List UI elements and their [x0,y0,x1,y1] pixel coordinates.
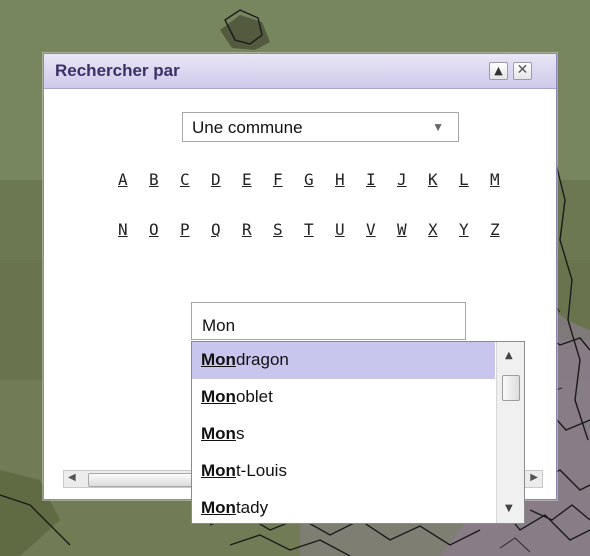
letter-link[interactable]: E [242,170,252,189]
search-type-select[interactable]: Une commune ▼ [182,112,459,142]
letter-link[interactable]: R [242,220,252,239]
letter-link[interactable]: O [149,220,159,239]
vertical-scrollbar[interactable]: ▲ ▼ [496,342,524,523]
letter-link[interactable]: A [118,170,128,189]
suggestion-rest: tady [235,498,269,517]
letter-link[interactable]: S [273,220,283,239]
letter-link[interactable]: I [366,170,376,189]
letter-link[interactable]: B [149,170,159,189]
letter-link[interactable]: L [459,170,469,189]
collapse-icon[interactable]: ▲ [489,62,508,80]
suggestion-item[interactable]: Mons [192,416,495,453]
scrollbar-thumb[interactable] [502,375,520,401]
letter-link[interactable]: J [397,170,407,189]
close-icon[interactable]: ✕ [513,62,532,80]
chevron-down-icon: ▼ [432,120,444,134]
dialog-title: Rechercher par [55,61,180,80]
suggestion-rest: s [235,424,245,443]
scroll-down-icon[interactable]: ▼ [505,503,513,514]
scroll-right-icon[interactable]: ▶ [530,472,538,483]
scrollbar-thumb[interactable] [88,473,200,487]
letter-link[interactable]: X [428,220,438,239]
commune-search-input[interactable] [191,302,466,340]
letter-link[interactable]: G [304,170,314,189]
letter-link[interactable]: H [335,170,345,189]
letter-link[interactable]: W [397,220,407,239]
scroll-up-icon[interactable]: ▲ [505,350,513,361]
suggestion-match: Mon [201,387,236,406]
dialog-titlebar[interactable]: Rechercher par ▲ ✕ [44,54,556,89]
suggestion-match: Mon [201,424,236,443]
scroll-left-icon[interactable]: ◀ [68,472,76,483]
autocomplete-dropdown: Mondragon Monoblet Mons Mont-Louis Monta… [191,341,525,524]
suggestion-item[interactable]: Mondragon [192,342,495,379]
suggestion-rest: dragon [235,350,289,369]
letter-link[interactable]: P [180,220,190,239]
letter-link[interactable]: D [211,170,221,189]
suggestion-match: Mon [201,461,236,480]
letter-link[interactable]: T [304,220,314,239]
letter-link[interactable]: Y [459,220,469,239]
letter-link[interactable]: Q [211,220,221,239]
suggestion-item[interactable]: Mont-Louis [192,453,495,490]
suggestion-match: Mon [201,498,236,517]
suggestion-item[interactable]: Montady [192,490,495,523]
suggestion-item[interactable]: Monoblet [192,379,495,416]
suggestion-rest: oblet [235,387,273,406]
suggestion-match: Mon [201,350,236,369]
letter-link[interactable]: M [490,170,500,189]
letter-link[interactable]: C [180,170,190,189]
letter-link[interactable]: V [366,220,376,239]
letter-link[interactable]: U [335,220,345,239]
search-type-value: Une commune [192,118,303,137]
letter-link[interactable]: N [118,220,128,239]
suggestion-rest: t-Louis [235,461,287,480]
letter-link[interactable]: F [273,170,283,189]
letter-link[interactable]: K [428,170,438,189]
letter-link[interactable]: Z [490,220,500,239]
